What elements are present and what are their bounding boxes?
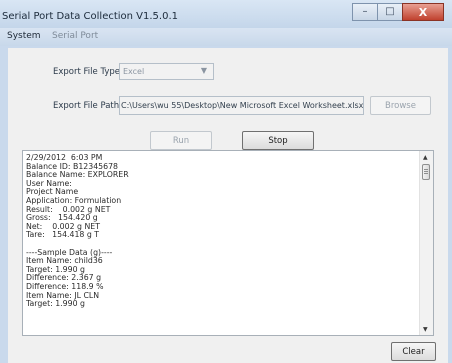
- data-log-content: 2/29/2012 6:03 PM Balance ID: B12345678 Ba…: [26, 153, 129, 309]
- chevron-down-icon: ▼: [200, 66, 207, 75]
- export-file-path-label: Export File Path:: [53, 101, 122, 111]
- data-log-textarea[interactable]: 2/29/2012 6:03 PM Balance ID: B12345678 Ba…: [22, 150, 434, 336]
- maximize-icon: □: [385, 6, 395, 17]
- minimize-button[interactable]: –: [352, 3, 378, 21]
- menu-bar: System Serial Port: [0, 28, 452, 46]
- run-button[interactable]: Run: [150, 131, 212, 150]
- window-title: Serial Port Data Collection V1.5.0.1: [2, 11, 179, 22]
- caption-buttons: – □ X: [352, 3, 444, 21]
- scroll-down-icon[interactable]: ▼: [423, 326, 428, 333]
- close-icon: X: [418, 5, 428, 19]
- title-bar[interactable]: Serial Port Data Collection V1.5.0.1 – □…: [0, 0, 452, 28]
- stop-button[interactable]: Stop: [242, 131, 314, 150]
- export-file-path-value: C:\Users\wu 55\Desktop\New Microsoft Exc…: [121, 101, 364, 110]
- export-file-type-value: Excel: [123, 67, 145, 76]
- browse-button[interactable]: Browse: [370, 96, 431, 115]
- export-file-type-select[interactable]: Excel ▼: [119, 63, 214, 80]
- log-scrollbar[interactable]: ▲ ▼: [419, 151, 433, 335]
- close-button[interactable]: X: [402, 3, 444, 21]
- menu-serial-port[interactable]: Serial Port: [52, 31, 98, 41]
- log-line: Target: 1.990 g: [26, 299, 85, 309]
- export-file-path-field[interactable]: C:\Users\wu 55\Desktop\New Microsoft Exc…: [119, 96, 364, 115]
- main-panel: Export File Type: Excel ▼ Export File Pa…: [8, 48, 448, 363]
- clear-button[interactable]: Clear: [391, 342, 436, 361]
- minimize-icon: –: [362, 6, 368, 17]
- log-line: Tare: 154.418 g T: [26, 230, 100, 240]
- menu-system[interactable]: System: [7, 31, 41, 41]
- scroll-up-icon[interactable]: ▲: [423, 154, 428, 161]
- export-file-type-label: Export File Type:: [53, 67, 123, 77]
- scroll-thumb[interactable]: [422, 164, 430, 180]
- maximize-button[interactable]: □: [377, 3, 403, 21]
- app-window: Serial Port Data Collection V1.5.0.1 – □…: [0, 0, 452, 363]
